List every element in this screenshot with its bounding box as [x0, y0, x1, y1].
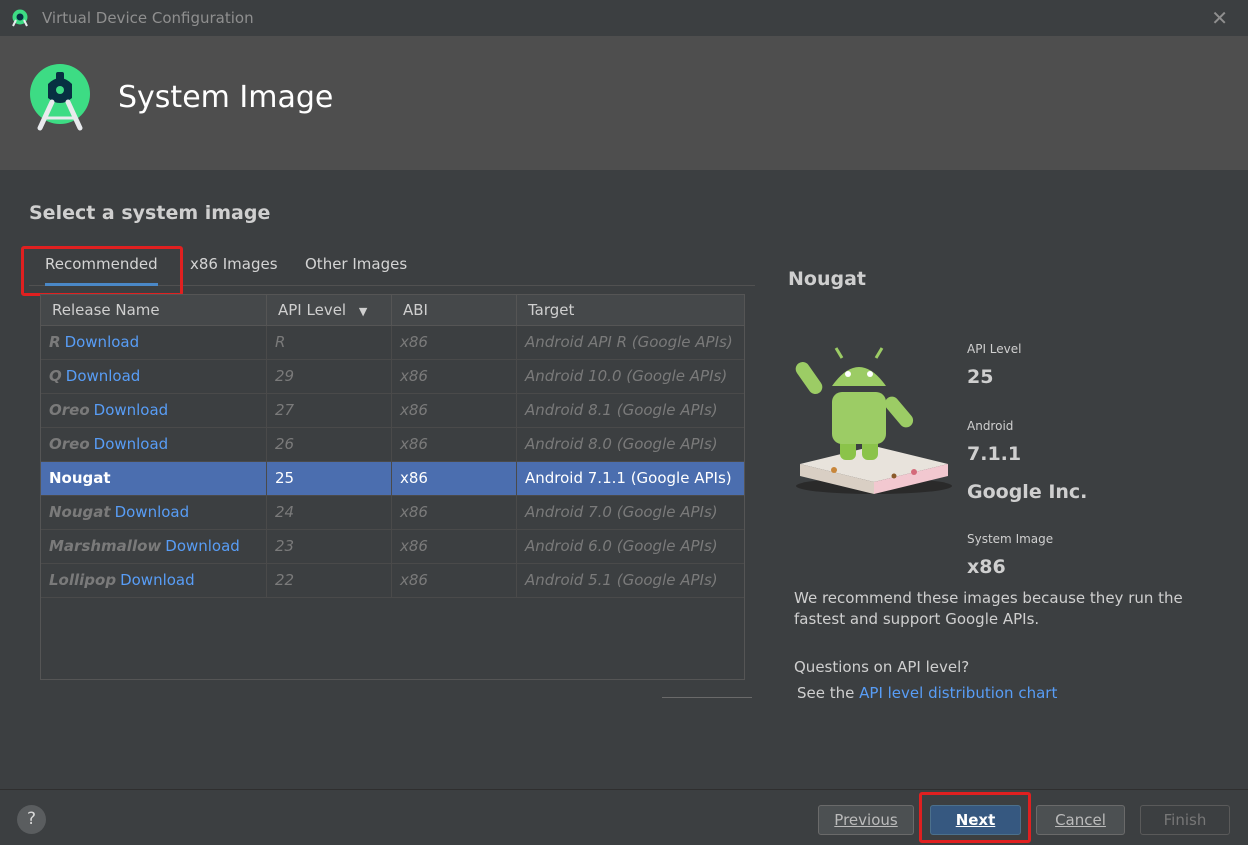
previous-button[interactable]: Previous — [818, 805, 914, 835]
table-row[interactable]: Oreo Download 27 x86 Android 8.1 (Google … — [41, 394, 744, 428]
finish-button[interactable]: Finish — [1140, 805, 1230, 835]
api-level-question: Questions on API level? — [794, 658, 970, 676]
column-abi[interactable]: ABI — [392, 295, 517, 326]
abi-cell: x86 — [392, 530, 517, 563]
column-api-level[interactable]: API Level ▼ — [267, 295, 392, 326]
target-cell: Android 7.1.1 (Google APIs) — [525, 469, 732, 487]
api-level-label: API Level — [967, 342, 1022, 356]
table-header: Release Name API Level ▼ ABI Target — [41, 295, 744, 326]
wizard-header: System Image — [0, 36, 1248, 170]
release-name: Oreo — [49, 435, 90, 453]
abi-cell: x86 — [392, 564, 517, 597]
api-level-chart-link[interactable]: API level distribution chart — [859, 684, 1057, 702]
release-cell: Nougat Download — [41, 496, 267, 529]
details-title: Nougat — [788, 268, 866, 290]
close-icon[interactable]: ✕ — [1211, 6, 1228, 30]
release-cell: Oreo Download — [41, 428, 267, 461]
target-cell: Android 7.0 (Google APIs) — [525, 503, 718, 521]
abi-cell: x86 — [392, 360, 517, 393]
table-row-selected[interactable]: Nougat 25 x86 Android 7.1.1 (Google APIs… — [41, 462, 744, 496]
download-link[interactable]: Download — [165, 537, 240, 555]
tab-x86-images[interactable]: x86 Images — [190, 255, 278, 273]
table-row[interactable]: Q Download 29 x86 Android 10.0 (Google AP… — [41, 360, 744, 394]
target-cell: Android 8.1 (Google APIs) — [525, 401, 718, 419]
release-cell: R Download — [41, 326, 267, 359]
release-name: R — [49, 333, 61, 351]
api-cell: 22 — [267, 564, 392, 597]
abi-cell: x86 — [392, 462, 517, 495]
api-level-value: 25 — [967, 366, 994, 388]
nougat-android-image — [795, 347, 952, 494]
download-link[interactable]: Download — [115, 503, 190, 521]
window-title: Virtual Device Configuration — [42, 9, 254, 27]
release-cell: Nougat — [41, 462, 267, 495]
sort-desc-icon: ▼ — [358, 305, 368, 318]
api-chart-line: See the API level distribution chart — [797, 684, 1057, 702]
system-image-table[interactable]: Release Name API Level ▼ ABI Target R Dow… — [40, 294, 745, 680]
window-titlebar: Virtual Device Configuration ✕ — [0, 0, 1248, 36]
dialog-footer: ? Previous Next Cancel Finish — [0, 789, 1248, 845]
android-label: Android — [967, 419, 1014, 433]
release-name: Q — [49, 367, 62, 385]
help-button[interactable]: ? — [17, 805, 46, 834]
release-name: Nougat — [49, 469, 111, 487]
vendor-value: Google Inc. — [967, 481, 1088, 503]
horizontal-scrollbar[interactable] — [662, 697, 752, 700]
tab-other-images[interactable]: Other Images — [305, 255, 407, 273]
page-title: System Image — [118, 80, 334, 115]
table-row[interactable]: Nougat Download 24 x86 Android 7.0 (Googl… — [41, 496, 744, 530]
see-prefix: See the — [797, 684, 860, 702]
target-cell: Android 6.0 (Google APIs) — [525, 537, 718, 555]
table-row[interactable]: Oreo Download 26 x86 Android 8.0 (Google … — [41, 428, 744, 462]
download-link[interactable]: Download — [65, 333, 140, 351]
android-studio-icon — [12, 9, 28, 27]
api-cell: 27 — [267, 394, 392, 427]
column-target[interactable]: Target — [517, 295, 744, 326]
release-cell: Oreo Download — [41, 394, 267, 427]
system-image-label: System Image — [967, 532, 1054, 546]
column-release-name[interactable]: Release Name — [41, 295, 267, 326]
download-link[interactable]: Download — [120, 571, 195, 589]
api-cell: 26 — [267, 428, 392, 461]
download-link[interactable]: Download — [94, 401, 169, 419]
download-link[interactable]: Download — [66, 367, 141, 385]
android-studio-logo — [30, 64, 90, 131]
cancel-button[interactable]: Cancel — [1036, 805, 1125, 835]
previous-label: Previous — [834, 811, 898, 829]
recommendation-text: We recommend these images because they r… — [794, 589, 1183, 628]
api-cell: 23 — [267, 530, 392, 563]
release-name: Oreo — [49, 401, 90, 419]
release-name: Lollipop — [49, 571, 117, 589]
release-cell: Q Download — [41, 360, 267, 393]
system-image-value: x86 — [967, 556, 1006, 578]
table-row[interactable]: Marshmallow Download 23 x86 Android 6.0 (… — [41, 530, 744, 564]
target-cell: Android 5.1 (Google APIs) — [525, 571, 718, 589]
api-cell: 29 — [267, 360, 392, 393]
next-button-highlight — [919, 792, 1031, 843]
cancel-label: Cancel — [1055, 811, 1106, 829]
table-row[interactable]: Lollipop Download 22 x86 Android 5.1 (Goo… — [41, 564, 744, 598]
android-version-value: 7.1.1 — [967, 443, 1022, 465]
abi-cell: x86 — [392, 428, 517, 461]
column-api-level-label: API Level — [278, 301, 347, 319]
release-name: Nougat — [49, 503, 111, 521]
recommended-tab-highlight — [21, 246, 183, 296]
abi-cell: x86 — [392, 394, 517, 427]
release-cell: Marshmallow Download — [41, 530, 267, 563]
api-cell: R — [267, 326, 392, 359]
release-name: Marshmallow — [49, 537, 162, 555]
api-cell: 25 — [267, 462, 392, 495]
release-cell: Lollipop Download — [41, 564, 267, 597]
download-link[interactable]: Download — [94, 435, 169, 453]
target-cell: Android 8.0 (Google APIs) — [525, 435, 718, 453]
target-cell: Android API R (Google APIs) — [525, 333, 733, 351]
abi-cell: x86 — [392, 326, 517, 359]
section-title: Select a system image — [29, 202, 271, 224]
target-cell: Android 10.0 (Google APIs) — [525, 367, 728, 385]
table-row[interactable]: R Download R x86 Android API R (Google AP… — [41, 326, 744, 360]
api-cell: 24 — [267, 496, 392, 529]
abi-cell: x86 — [392, 496, 517, 529]
